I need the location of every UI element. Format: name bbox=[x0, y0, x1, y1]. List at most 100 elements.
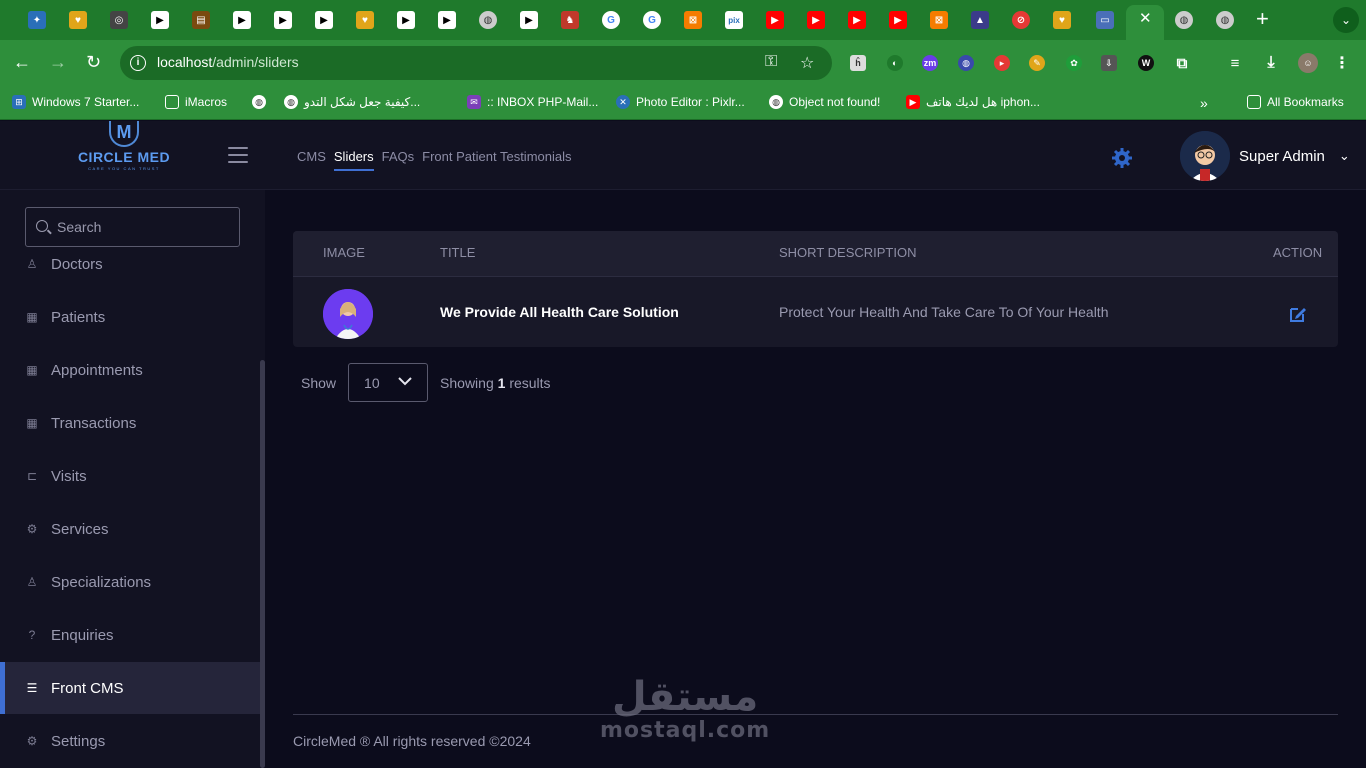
reload-icon[interactable]: ↻ bbox=[86, 52, 101, 73]
tab-favicon[interactable]: ▶ bbox=[315, 11, 333, 29]
user-gear-icon: ⚙ bbox=[26, 522, 38, 536]
url-text[interactable]: localhost/admin/sliders bbox=[157, 54, 299, 70]
results-count: Showing 1 results bbox=[440, 374, 551, 391]
sidebar-item-appointments[interactable]: ▦ Appointments bbox=[0, 344, 260, 396]
new-tab-button[interactable]: + bbox=[1256, 6, 1269, 32]
sidebar-item-patients[interactable]: ▦ Patients bbox=[0, 291, 260, 343]
bookmark-item[interactable]: ◍ كيفية جعل شكل التدو... bbox=[284, 95, 420, 109]
column-header-image[interactable]: IMAGE bbox=[323, 245, 365, 260]
sidebar-item-enquiries[interactable]: ? Enquiries bbox=[0, 609, 260, 661]
sidebar-item-transactions[interactable]: ▦ Transactions bbox=[0, 397, 260, 449]
extension-icon[interactable]: ĥ bbox=[850, 55, 866, 71]
sidebar-item-specializations[interactable]: ♙ Specializations bbox=[0, 556, 260, 608]
address-bar[interactable]: i localhost/admin/sliders ⚿ ☆ bbox=[120, 46, 832, 80]
tab-faqs[interactable]: FAQs bbox=[382, 149, 415, 164]
sidebar-item-settings[interactable]: ⚙ Settings bbox=[0, 715, 260, 767]
forward-icon[interactable]: → bbox=[49, 52, 67, 73]
bookmark-item[interactable]: ▶ هل لديك هاتف iphon... bbox=[906, 95, 1040, 109]
chevron-down-icon[interactable]: ⌄ bbox=[1339, 148, 1350, 164]
folder-icon bbox=[1247, 95, 1261, 109]
tab-favicon[interactable]: ▶ bbox=[233, 11, 251, 29]
extension-icon[interactable]: ▸ bbox=[994, 55, 1010, 71]
sidebar-item-services[interactable]: ⚙ Services bbox=[0, 503, 260, 555]
extension-icon[interactable]: ⇩ bbox=[1101, 55, 1117, 71]
logo-name: CIRCLE MED bbox=[77, 149, 171, 165]
bookmark-item[interactable]: ⊞ Windows 7 Starter... bbox=[12, 95, 139, 109]
tab-favicon[interactable]: ♥ bbox=[1053, 11, 1071, 29]
tab-favicon[interactable]: ♥ bbox=[69, 11, 87, 29]
bookmark-item[interactable]: ✕ Photo Editor : Pixlr... bbox=[616, 95, 745, 109]
google-icon[interactable]: G bbox=[643, 11, 661, 29]
extensions-puzzle-icon[interactable]: ⧉ bbox=[1174, 55, 1190, 72]
download-icon[interactable]: ⤓ bbox=[1263, 54, 1279, 71]
tab-favicon[interactable]: ▶ bbox=[438, 11, 456, 29]
pagination-controls: Show 10 Showing 1 results bbox=[301, 363, 551, 402]
password-key-icon[interactable]: ⚿ bbox=[765, 53, 777, 71]
bookmark-star-icon[interactable]: ☆ bbox=[800, 53, 814, 73]
sidebar-item-doctors[interactable]: ♙ Doctors bbox=[0, 238, 260, 290]
tab-cms[interactable]: CMS bbox=[297, 149, 326, 164]
tab-favicon[interactable]: ▶ bbox=[520, 11, 538, 29]
extension-icon[interactable]: ◐ bbox=[887, 55, 903, 71]
cms-tabs: CMS Sliders FAQs Front Patient Testimoni… bbox=[297, 149, 572, 171]
tab-front-patient-testimonials[interactable]: Front Patient Testimonials bbox=[422, 149, 571, 164]
back-icon[interactable]: ← bbox=[13, 52, 31, 73]
extension-icon[interactable]: ✎ bbox=[1029, 55, 1045, 71]
theme-settings-gear-icon[interactable] bbox=[1110, 146, 1134, 170]
site-info-icon[interactable]: i bbox=[130, 55, 146, 71]
profile-avatar-icon[interactable]: ☺ bbox=[1298, 53, 1318, 73]
tab-search-icon[interactable]: ⌄ bbox=[1333, 7, 1359, 33]
bookmark-item[interactable]: ✉:: INBOX PHP-Mail... bbox=[467, 95, 598, 109]
tab-favicon[interactable]: ◎ bbox=[110, 11, 128, 29]
tab-favicon[interactable]: ▶ bbox=[151, 11, 169, 29]
youtube-icon[interactable]: ▶ bbox=[889, 11, 907, 29]
watermark-arabic: مستقل bbox=[611, 674, 759, 720]
sidebar-item-front-cms[interactable]: ☰ Front CMS bbox=[0, 662, 260, 714]
tab-favicon[interactable]: ⊠ bbox=[684, 11, 702, 29]
all-bookmarks[interactable]: All Bookmarks bbox=[1247, 95, 1344, 109]
tab-favicon[interactable]: ⊘ bbox=[1012, 11, 1030, 29]
circlemed-logo[interactable]: M CIRCLE MED CARE YOU CAN TRUST bbox=[72, 121, 176, 181]
tab-favicon[interactable]: pix bbox=[725, 11, 743, 29]
globe-icon: ◍ bbox=[252, 95, 266, 109]
tab-favicon[interactable]: ▤ bbox=[192, 11, 210, 29]
edit-icon[interactable] bbox=[1289, 305, 1307, 323]
per-page-select[interactable]: 10 bbox=[348, 363, 429, 402]
pixlr-icon: ✕ bbox=[616, 95, 630, 109]
tab-close-icon[interactable]: ✕ bbox=[1139, 9, 1152, 27]
tab-favicon[interactable]: ♥ bbox=[356, 11, 374, 29]
avatar bbox=[1180, 131, 1230, 181]
media-queue-icon[interactable]: ≡ bbox=[1227, 55, 1243, 72]
tab-favicon[interactable]: ▶ bbox=[397, 11, 415, 29]
mostaql-watermark: مستقل mostaql.com bbox=[600, 676, 770, 743]
youtube-icon[interactable]: ▶ bbox=[848, 11, 866, 29]
tab-favicon[interactable]: ▶ bbox=[274, 11, 292, 29]
google-icon[interactable]: G bbox=[602, 11, 620, 29]
extension-icon[interactable]: W bbox=[1138, 55, 1154, 71]
tab-favicon[interactable]: ✦ bbox=[28, 11, 46, 29]
tab-favicon[interactable]: ▲ bbox=[971, 11, 989, 29]
youtube-icon[interactable]: ▶ bbox=[807, 11, 825, 29]
sidebar-item-visits[interactable]: ⊏ Visits bbox=[0, 450, 260, 502]
extension-icon[interactable]: zm bbox=[922, 55, 938, 71]
youtube-icon[interactable]: ▶ bbox=[766, 11, 784, 29]
tab-favicon[interactable]: ♞ bbox=[561, 11, 579, 29]
tab-sliders[interactable]: Sliders bbox=[333, 149, 374, 171]
tab-favicon[interactable]: ⊠ bbox=[930, 11, 948, 29]
globe-icon: ◍ bbox=[769, 95, 783, 109]
column-header-short-description[interactable]: SHORT DESCRIPTION bbox=[779, 245, 916, 260]
user-menu[interactable]: Super Admin ⌄ bbox=[1180, 131, 1350, 181]
globe-icon[interactable]: ◍ bbox=[479, 11, 497, 29]
bookmark-item[interactable]: ◍ Object not found! bbox=[769, 95, 880, 109]
browser-menu-icon[interactable]: ⋮ bbox=[1334, 55, 1350, 72]
extension-icon[interactable]: ◍ bbox=[958, 55, 974, 71]
globe-icon[interactable]: ◍ bbox=[1216, 11, 1234, 29]
bookmark-item[interactable]: iMacros bbox=[165, 95, 227, 109]
hamburger-menu-icon[interactable] bbox=[228, 147, 248, 163]
more-bookmarks-button[interactable]: » bbox=[1200, 95, 1208, 111]
tab-favicon[interactable]: ▭ bbox=[1096, 11, 1114, 29]
bookmark-item[interactable]: ◍ bbox=[252, 95, 272, 109]
globe-icon[interactable]: ◍ bbox=[1175, 11, 1193, 29]
extension-icon[interactable]: ✿ bbox=[1066, 55, 1082, 71]
column-header-title[interactable]: TITLE bbox=[440, 245, 475, 260]
